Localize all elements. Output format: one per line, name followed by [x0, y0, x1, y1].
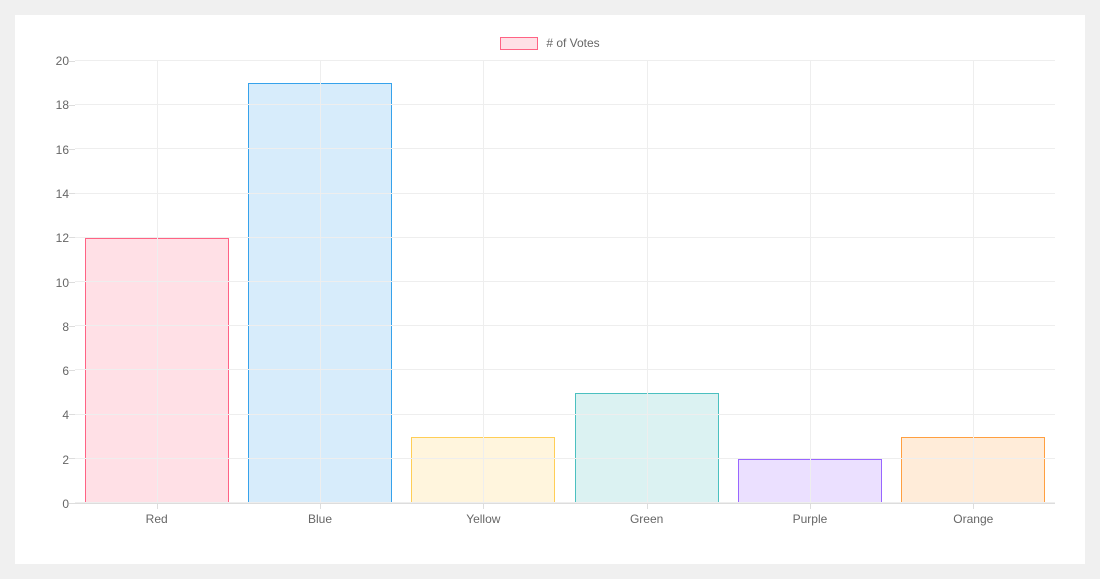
- y-tick-mark: [69, 193, 75, 194]
- chart-container: # of Votes 0 2 4 6 8 10 12 14 16 18 20 RedBlueYell…: [15, 15, 1085, 564]
- x-tick-mark: [320, 503, 321, 509]
- gridline-vertical: [810, 61, 811, 503]
- gridline-horizontal: [75, 502, 1055, 503]
- x-axis: RedBlueYellowGreenPurpleOrange: [75, 504, 1055, 534]
- gridline-horizontal: [75, 458, 1055, 459]
- gridline-horizontal: [75, 193, 1055, 194]
- y-tick-label: 12: [56, 231, 69, 245]
- y-tick-mark: [69, 326, 75, 327]
- y-tick-label: 18: [56, 98, 69, 112]
- x-tick-label: Yellow: [402, 512, 565, 526]
- gridline-horizontal: [75, 60, 1055, 61]
- x-tick-mark: [973, 503, 974, 509]
- y-tick-label: 2: [62, 453, 69, 467]
- gridline-vertical: [157, 61, 158, 503]
- y-tick-mark: [69, 237, 75, 238]
- y-tick-mark: [69, 61, 75, 62]
- gridline-horizontal: [75, 148, 1055, 149]
- y-tick-mark: [69, 458, 75, 459]
- y-tick-label: 14: [56, 187, 69, 201]
- legend-label: # of Votes: [546, 36, 599, 50]
- gridline-horizontal: [75, 104, 1055, 105]
- plot-region: RedBlueYellowGreenPurpleOrange: [75, 61, 1055, 534]
- y-tick-label: 20: [56, 54, 69, 68]
- gridline-horizontal: [75, 414, 1055, 415]
- x-tick-mark: [483, 503, 484, 509]
- y-tick-mark: [69, 414, 75, 415]
- gridline-vertical: [647, 61, 648, 503]
- x-tick-mark: [647, 503, 648, 509]
- bars-layer: [75, 61, 1055, 503]
- chart-legend[interactable]: # of Votes: [45, 33, 1055, 53]
- y-tick-mark: [69, 105, 75, 106]
- x-tick-label: Purple: [728, 512, 891, 526]
- y-tick-mark: [69, 149, 75, 150]
- y-tick-mark: [69, 503, 75, 504]
- plot-area: [75, 61, 1055, 504]
- x-tick-label: Red: [75, 512, 238, 526]
- x-tick-label: Orange: [892, 512, 1055, 526]
- gridline-vertical: [483, 61, 484, 503]
- y-tick-label: 6: [62, 364, 69, 378]
- y-axis: 02468101214161820: [45, 61, 75, 504]
- x-tick-label: Green: [565, 512, 728, 526]
- y-tick-label: 10: [56, 276, 69, 290]
- y-tick-mark: [69, 370, 75, 371]
- gridline-vertical: [320, 61, 321, 503]
- x-tick-label: Blue: [238, 512, 401, 526]
- legend-item[interactable]: # of Votes: [500, 36, 599, 50]
- plot-wrap: 02468101214161820 RedBlueYellowGreenPurp…: [45, 61, 1055, 534]
- y-tick-mark: [69, 282, 75, 283]
- y-tick-label: 0: [62, 497, 69, 511]
- gridline-horizontal: [75, 369, 1055, 370]
- gridline-horizontal: [75, 281, 1055, 282]
- gridline-horizontal: [75, 237, 1055, 238]
- legend-swatch: [500, 37, 538, 50]
- y-tick-label: 4: [62, 408, 69, 422]
- gridline-horizontal: [75, 325, 1055, 326]
- y-tick-label: 16: [56, 143, 69, 157]
- x-tick-mark: [810, 503, 811, 509]
- gridline-vertical: [973, 61, 974, 503]
- y-tick-label: 8: [62, 320, 69, 334]
- x-tick-mark: [157, 503, 158, 509]
